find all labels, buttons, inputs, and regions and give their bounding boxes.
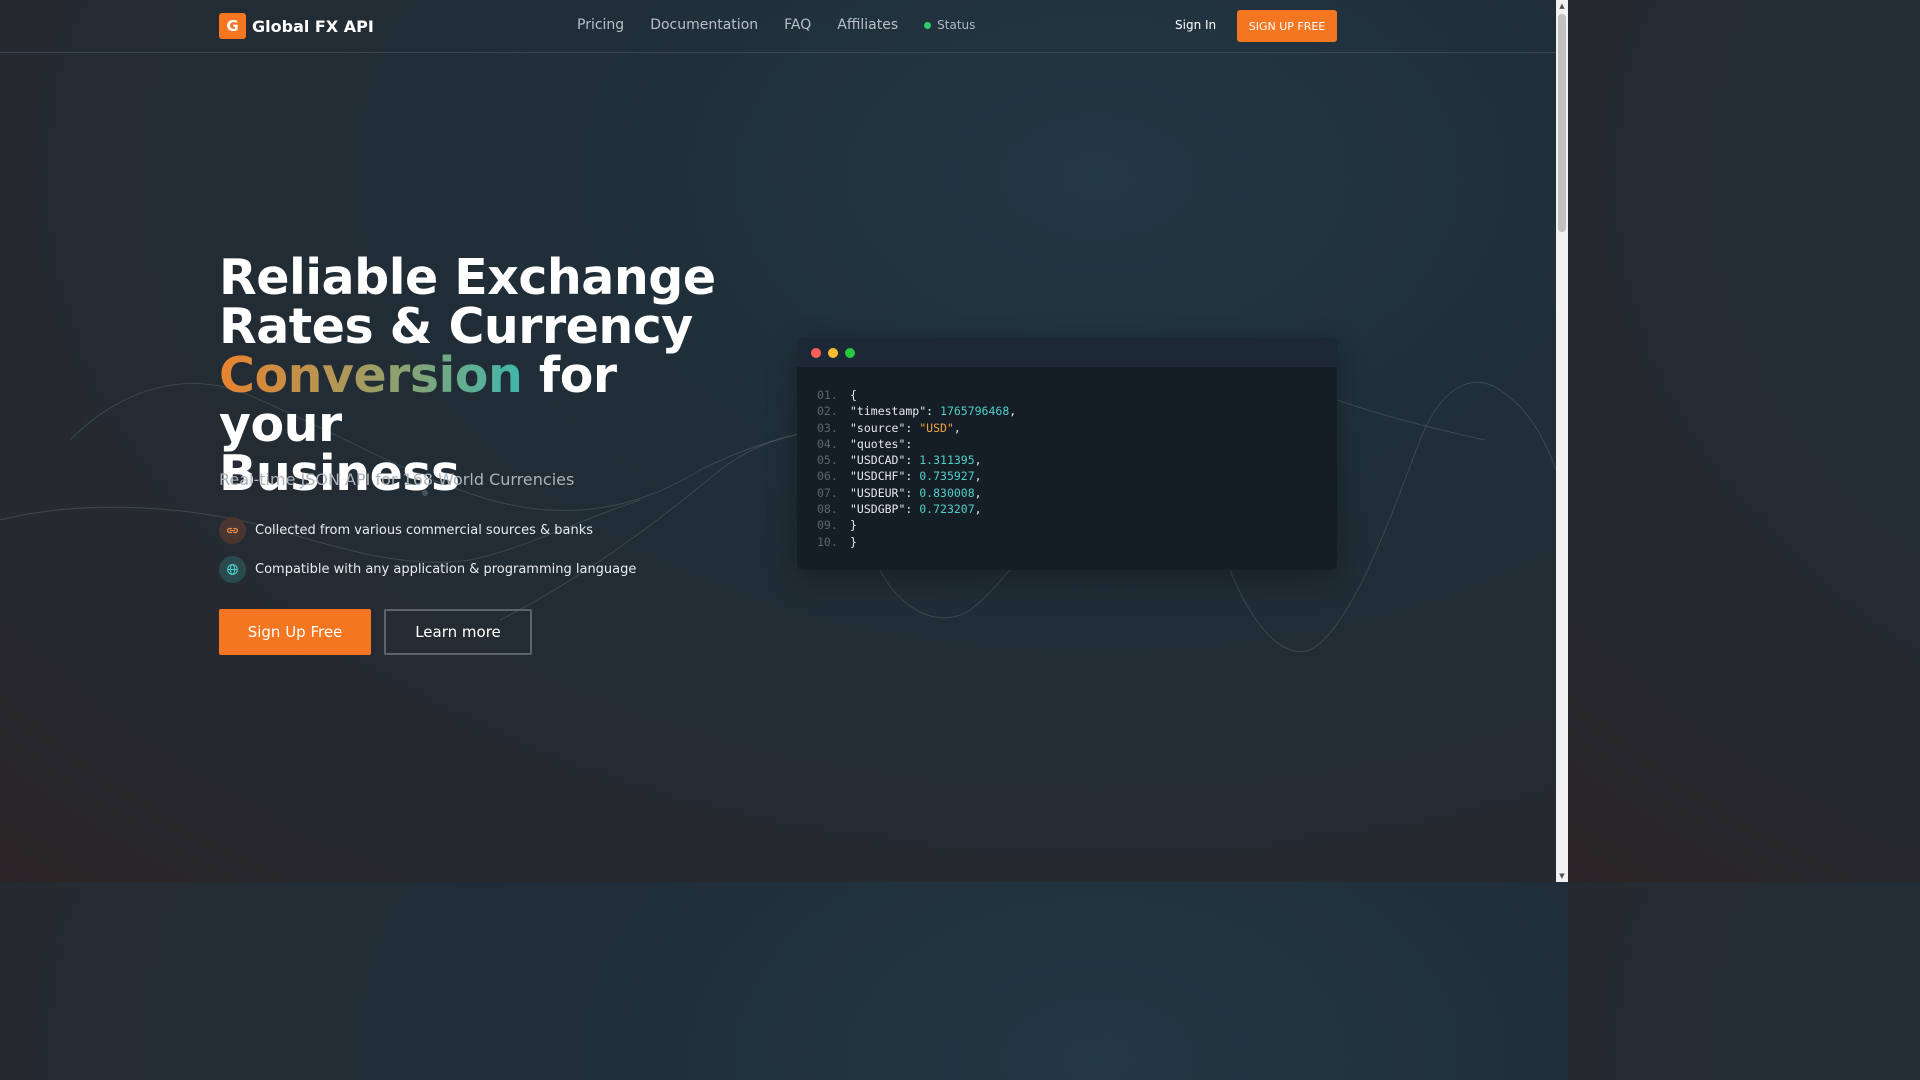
code-text: , — [1009, 404, 1017, 419]
sign-in-link[interactable]: Sign In — [1175, 18, 1216, 32]
line-number: 03. — [817, 420, 838, 435]
globe-icon — [219, 556, 246, 583]
nav-affiliates[interactable]: Affiliates — [837, 17, 898, 33]
code-string: "USD" — [919, 420, 954, 435]
sign-up-free-button[interactable]: Sign Up Free — [219, 609, 371, 655]
code-text: "USDGBP": — [850, 502, 920, 517]
code-window-titlebar — [797, 338, 1337, 367]
nav-documentation[interactable]: Documentation — [650, 17, 758, 33]
hero-title: Reliable Exchange Rates & Currency Conve… — [219, 253, 739, 498]
json-code-preview: 01. {02. "timestamp": 1765796468, 03. "sourc… — [797, 338, 1337, 570]
code-text: , — [974, 469, 982, 484]
code-text: "USDEUR": — [850, 485, 920, 500]
learn-more-button[interactable]: Learn more — [384, 609, 532, 655]
hero-subtitle: Real-time JSON API for 168 World Currenc… — [219, 470, 575, 489]
nav-pricing[interactable]: Pricing — [577, 17, 624, 33]
code-line: 02. "timestamp": 1765796468, — [817, 403, 1337, 419]
code-line: 05. "USDCAD": 1.311395, — [817, 452, 1337, 468]
code-text: "source": — [850, 420, 920, 435]
line-number: 09. — [817, 518, 838, 533]
scroll-up-arrow-icon[interactable]: ▲ — [1556, 0, 1568, 12]
top-navigation-bar: G Global FX API Pricing Documentation FA… — [0, 0, 1556, 53]
code-line: 03. "source": "USD", — [817, 420, 1337, 436]
window-minimize-dot — [828, 347, 838, 358]
brand-name: Global FX API — [252, 16, 374, 36]
code-line: 08. "USDGBP": 0.723207, — [817, 501, 1337, 517]
code-text: "USDCHF": — [850, 469, 920, 484]
line-number: 07. — [817, 485, 838, 500]
code-line: 01. { — [817, 387, 1337, 403]
code-text: "timestamp": — [850, 404, 941, 419]
code-number: 0.830008 — [919, 485, 975, 500]
code-text: , — [953, 420, 961, 435]
feature-item-sources: Collected from various commercial source… — [219, 517, 593, 544]
line-number: 05. — [817, 453, 838, 468]
code-body: 01. {02. "timestamp": 1765796468, 03. "sourc… — [797, 367, 1337, 550]
main-nav: Pricing Documentation FAQ Affiliates Sta… — [577, 17, 975, 33]
code-line: 10.} — [817, 534, 1337, 550]
window-maximize-dot — [845, 347, 855, 358]
scrollbar-thumb[interactable] — [1558, 14, 1566, 232]
status-online-indicator — [924, 21, 932, 29]
feature-text: Collected from various commercial source… — [255, 523, 594, 538]
code-line: 04. "quotes": — [817, 436, 1337, 452]
line-number: 04. — [817, 436, 838, 451]
code-text: "quotes": — [850, 436, 913, 451]
code-line: 06. "USDCHF": 0.735927, — [817, 468, 1337, 484]
code-number: 1765796468 — [940, 404, 1010, 419]
line-number: 06. — [817, 469, 838, 484]
line-number: 10. — [817, 534, 838, 549]
code-number: 1.311395 — [919, 453, 975, 468]
code-text: } — [850, 534, 857, 549]
code-number: 0.723207 — [919, 502, 975, 517]
code-text: "USDCAD": — [850, 453, 920, 468]
sign-up-free-header-button[interactable]: SIGN UP FREE — [1237, 10, 1337, 42]
status-label: Status — [937, 18, 976, 32]
line-number: 08. — [817, 502, 838, 517]
feature-text: Compatible with any application & progra… — [255, 562, 637, 577]
code-number: 0.735927 — [919, 469, 975, 484]
code-text: } — [850, 518, 857, 533]
scroll-down-arrow-icon[interactable]: ▼ — [1556, 870, 1568, 882]
line-number: 02. — [817, 404, 838, 419]
code-text: , — [974, 502, 982, 517]
logo-mark: G — [219, 13, 246, 39]
line-number: 01. — [817, 388, 838, 402]
code-text: , — [974, 485, 982, 500]
code-text: , — [974, 453, 982, 468]
window-close-dot — [811, 347, 821, 358]
nav-faq[interactable]: FAQ — [784, 17, 811, 33]
feature-item-compatibility: Compatible with any application & progra… — [219, 556, 636, 583]
page-scrollbar[interactable]: ▲ ▼ — [1556, 0, 1568, 882]
link-icon — [219, 517, 246, 544]
code-line: 07. "USDEUR": 0.830008, — [817, 485, 1337, 501]
code-text: { — [850, 388, 857, 402]
code-line: 09.} — [817, 517, 1337, 533]
brand-logo[interactable]: G Global FX API — [219, 13, 374, 39]
nav-status[interactable]: Status — [924, 18, 975, 32]
